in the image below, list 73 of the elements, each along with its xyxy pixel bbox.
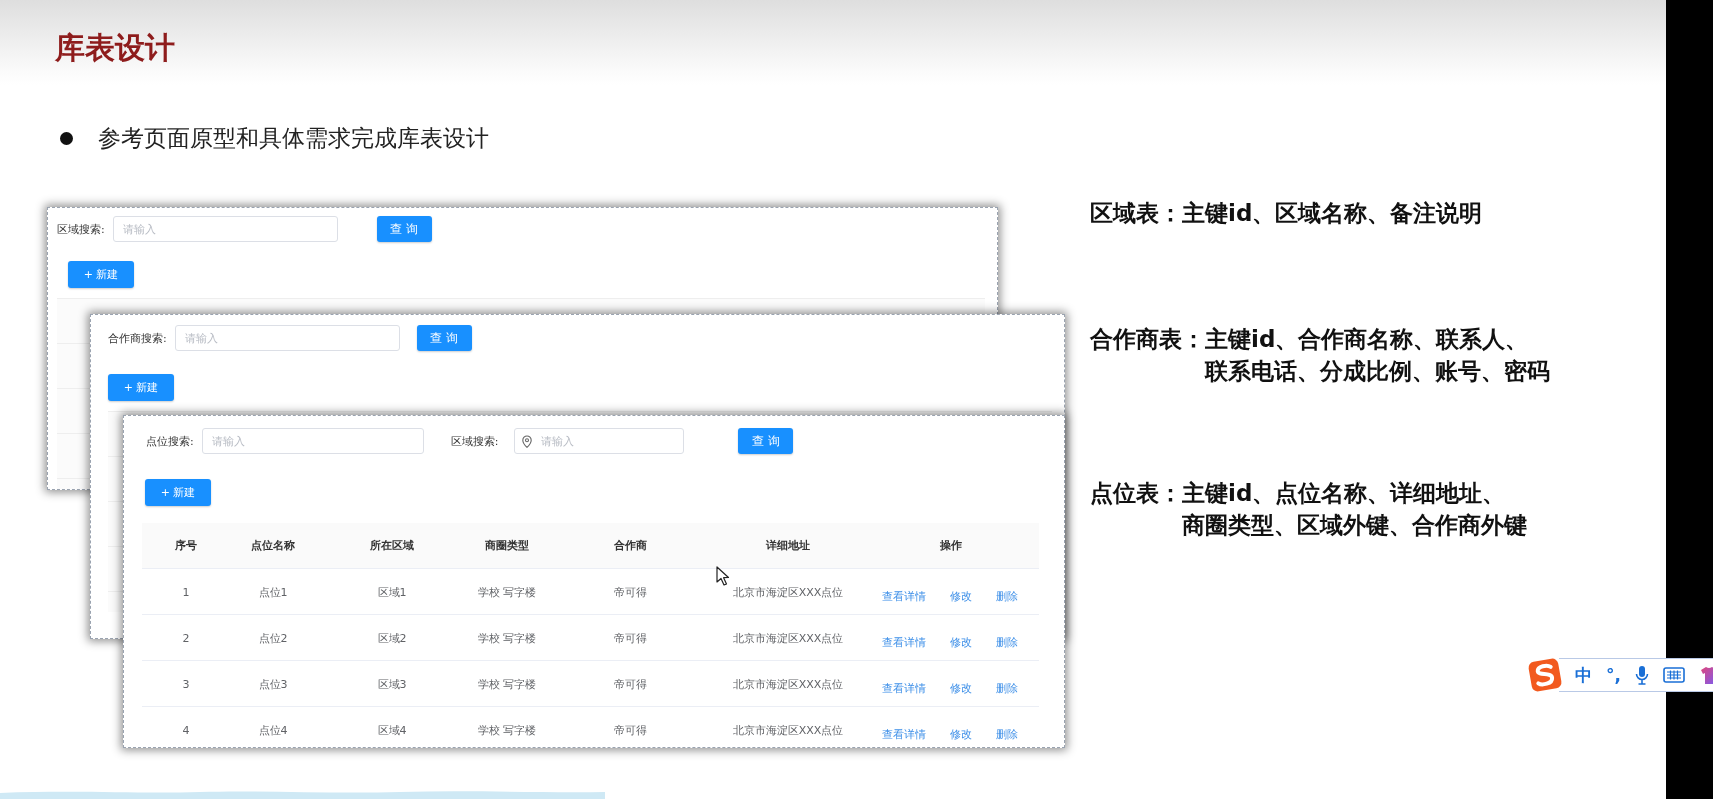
column-header: 商圈类型 xyxy=(484,538,530,553)
action-link[interactable]: 修改 xyxy=(950,635,972,650)
slide-title: 库表设计 xyxy=(55,29,175,67)
action-link[interactable]: 查看详情 xyxy=(882,727,926,742)
table-cell-text: 帝可得 xyxy=(612,631,648,646)
action-link[interactable]: 删除 xyxy=(996,635,1018,650)
table-cell-text: 学校 写字楼 xyxy=(476,677,538,692)
table-cell-text: 北京市海淀区XXX点位 xyxy=(731,677,845,692)
action-link[interactable]: 修改 xyxy=(950,589,972,604)
search-field[interactable]: 请输入 xyxy=(514,428,685,454)
ime-toggle[interactable]: 中 xyxy=(1575,663,1592,687)
query-button[interactable]: 查 询 xyxy=(738,428,794,454)
table-cell-text: 帝可得 xyxy=(612,723,648,738)
table-cell-text: 帝可得 xyxy=(612,585,648,600)
table-cell-text: 1 xyxy=(181,585,191,599)
table-cell-text: 点位1 xyxy=(257,585,289,600)
table-cell-text: 2 xyxy=(181,631,191,645)
action-link[interactable]: 查看详情 xyxy=(882,635,926,650)
column-header: 详细地址 xyxy=(765,538,811,553)
action-link[interactable]: 删除 xyxy=(996,681,1018,696)
column-header: 所在区域 xyxy=(369,538,415,553)
action-link[interactable]: 修改 xyxy=(950,727,972,742)
table-cell-text: 北京市海淀区XXX点位 xyxy=(731,585,845,600)
search-field[interactable]: 请输入 xyxy=(174,325,400,351)
column-header: 操作 xyxy=(938,538,963,553)
table-cell-text: 学校 写字楼 xyxy=(476,585,538,600)
table-cell-text: 学校 写字楼 xyxy=(476,723,538,738)
action-link[interactable]: 删除 xyxy=(996,589,1018,604)
bullet-text: 参考页面原型和具体需求完成库表设计 xyxy=(98,123,489,153)
table-cell-text: 帝可得 xyxy=(612,677,648,692)
table-cell-text: 学校 写字楼 xyxy=(476,631,538,646)
note-text: 联系电话、分成比例、账号、密码 xyxy=(1205,357,1550,386)
keyboard-icon xyxy=(1662,667,1685,683)
note-label: 点位表： xyxy=(1090,479,1182,508)
microphone-icon xyxy=(1634,665,1649,685)
table-cell-text: 区域4 xyxy=(376,723,408,738)
new-button[interactable]: + 新建 xyxy=(68,261,134,288)
action-link[interactable]: 删除 xyxy=(996,727,1018,742)
table-cell-text: 点位2 xyxy=(257,631,289,646)
note-label: 合作商表： xyxy=(1090,325,1205,354)
table-cell-text: 北京市海淀区XXX点位 xyxy=(731,723,845,738)
table-cell-text: 点位3 xyxy=(257,677,289,692)
search-field[interactable]: 请输入 xyxy=(112,216,338,242)
field-label: 区域搜索: xyxy=(450,433,499,449)
column-header: 合作商 xyxy=(612,538,648,553)
query-button[interactable]: 查 询 xyxy=(376,216,432,242)
table-cell-text: 4 xyxy=(181,723,191,737)
bullet-dot xyxy=(60,131,73,145)
field-label: 点位搜索: xyxy=(146,433,194,449)
note-text: 主键id、区域名称、备注说明 xyxy=(1182,199,1483,228)
new-button[interactable]: + 新建 xyxy=(145,479,211,506)
field-label: 合作商搜索: xyxy=(108,330,167,346)
note-text: 主键id、合作商名称、联系人、 xyxy=(1205,325,1530,354)
query-button[interactable]: 查 询 xyxy=(416,325,472,351)
column-header: 点位名称 xyxy=(250,538,296,553)
note-text: 商圈类型、区域外键、合作商外键 xyxy=(1182,511,1527,540)
table-cell-text: 区域1 xyxy=(376,585,408,600)
table-cell-text: 点位4 xyxy=(257,723,289,738)
note-text: 主键id、点位名称、详细地址、 xyxy=(1182,479,1507,508)
action-link[interactable]: 查看详情 xyxy=(882,681,926,696)
note-label: 区域表： xyxy=(1090,199,1182,228)
action-link[interactable]: 修改 xyxy=(950,681,972,696)
action-link[interactable]: 查看详情 xyxy=(882,589,926,604)
ime-toggle[interactable]: °, xyxy=(1606,665,1621,685)
column-header: 序号 xyxy=(174,538,198,553)
table-cell-text: 区域2 xyxy=(376,631,408,646)
table-cell-text: 北京市海淀区XXX点位 xyxy=(731,631,845,646)
field-label: 区域搜索: xyxy=(57,221,105,237)
table-cell-text: 3 xyxy=(181,677,191,691)
search-field[interactable]: 请输入 xyxy=(201,428,424,454)
shirt-icon xyxy=(1698,665,1713,685)
new-button[interactable]: + 新建 xyxy=(108,374,174,401)
table-cell-text: 区域3 xyxy=(376,677,408,692)
